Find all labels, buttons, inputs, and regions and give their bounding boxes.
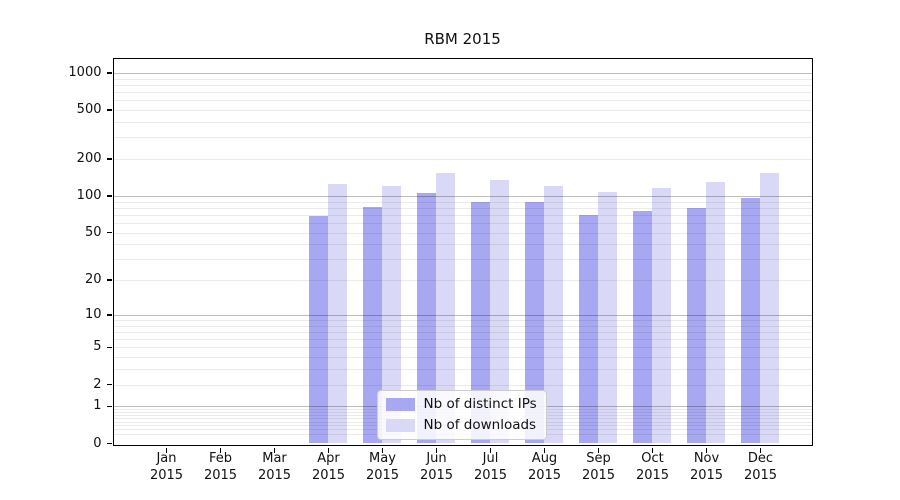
y-tick-label: 20 [2,271,102,289]
bar-downloads [760,173,779,443]
x-tick-label: May 2015 [353,450,413,484]
y-tick-mark [107,195,112,197]
y-tick-mark [107,347,112,349]
figure: RBM 2015 01251020501002005001000Jan 2015… [0,0,900,500]
x-tick-label: Jan 2015 [137,450,197,484]
bar-downloads [652,188,671,444]
legend: Nb of distinct IPs Nb of downloads [377,390,547,440]
bar-distinct-ips [741,198,760,444]
y-tick-mark [107,406,112,408]
y-tick-label: 100 [2,187,102,205]
bars-layer [114,59,812,445]
bar-downloads [706,182,725,443]
y-tick-mark [107,279,112,281]
y-tick-label: 50 [2,224,102,242]
y-tick-label: 200 [2,150,102,168]
bar-downloads [598,192,617,443]
x-tick-label: Apr 2015 [299,450,359,484]
x-tick-label: Jun 2015 [407,450,467,484]
bar-distinct-ips [579,215,598,444]
y-tick-label: 500 [2,101,102,119]
x-tick-label: Nov 2015 [677,450,737,484]
y-tick-mark [107,72,112,74]
y-tick-mark [107,232,112,234]
x-tick-label: Sep 2015 [569,450,629,484]
legend-item-downloads: Nb of downloads [386,417,537,434]
y-tick-label: 2 [2,376,102,394]
x-tick-label: Feb 2015 [191,450,251,484]
y-tick-mark [107,314,112,316]
y-tick-mark [107,158,112,160]
x-tick-label: Aug 2015 [515,450,575,484]
bar-distinct-ips [309,216,328,444]
bar-downloads [544,186,563,443]
x-tick-label: Oct 2015 [623,450,683,484]
y-tick-mark [107,109,112,111]
legend-label-distinct-ips: Nb of distinct IPs [424,396,537,412]
legend-swatch-distinct-ips [386,398,415,411]
bar-distinct-ips [687,208,706,444]
y-tick-mark [107,384,112,386]
legend-label-downloads: Nb of downloads [424,417,537,433]
x-tick-label: Mar 2015 [245,450,305,484]
legend-swatch-downloads [386,419,415,432]
bar-distinct-ips [633,211,652,444]
x-tick-label: Jul 2015 [461,450,521,484]
legend-item-distinct-ips: Nb of distinct IPs [386,396,537,413]
y-tick-label: 1000 [2,64,102,82]
bar-downloads [328,184,347,444]
y-tick-label: 5 [2,338,102,356]
x-tick-label: Dec 2015 [731,450,791,484]
y-tick-label: 0 [2,435,102,453]
y-tick-label: 10 [2,306,102,324]
chart-title: RBM 2015 [113,30,813,54]
plot-area: 01251020501002005001000Jan 2015Feb 2015M… [113,58,813,446]
y-tick-mark [107,443,112,445]
y-tick-label: 1 [2,397,102,415]
